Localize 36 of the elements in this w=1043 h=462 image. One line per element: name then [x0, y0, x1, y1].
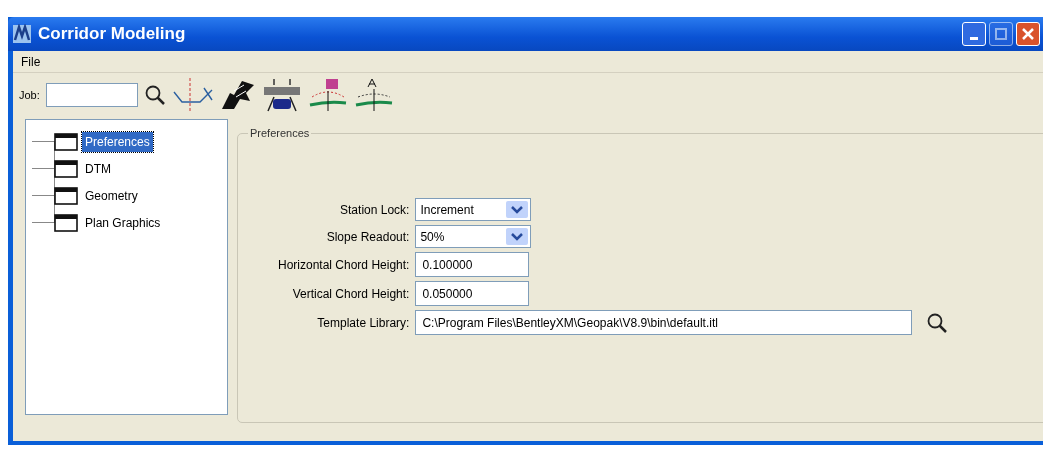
- car-icon[interactable]: [261, 77, 302, 113]
- window-icon: [54, 186, 78, 205]
- field-label: Horizontal Chord Height:: [278, 256, 410, 274]
- search-icon[interactable]: [926, 311, 949, 334]
- close-button[interactable]: [1016, 22, 1040, 46]
- dropdown[interactable]: 50%: [415, 225, 532, 248]
- tree-item[interactable]: Plan Graphics: [82, 212, 164, 233]
- chevron-down-icon: [511, 232, 524, 241]
- search-icon[interactable]: [143, 84, 166, 106]
- chevron-down-icon: [511, 205, 524, 214]
- input-field[interactable]: 0.050000: [415, 281, 530, 306]
- minimize-icon: [970, 37, 978, 40]
- close-icon: [1020, 26, 1036, 42]
- field-label: Template Library:: [316, 314, 410, 332]
- cross-section-icon[interactable]: [307, 77, 348, 113]
- job-field[interactable]: [45, 83, 138, 107]
- input-field[interactable]: 0.100000: [415, 252, 530, 277]
- alignment-icon[interactable]: [171, 78, 214, 112]
- window-icon: [54, 213, 78, 232]
- field-label: Vertical Chord Height:: [291, 285, 410, 303]
- tree-item[interactable]: Preferences: [82, 131, 153, 152]
- window-icon: [54, 159, 78, 178]
- dropdown[interactable]: Increment: [415, 198, 532, 221]
- maximize-icon: [993, 26, 1009, 42]
- menu-item[interactable]: File: [21, 55, 41, 69]
- tree-item[interactable]: Geometry: [82, 185, 141, 206]
- cross-section-label-icon[interactable]: [353, 77, 394, 113]
- input-field[interactable]: C:\Program Files\BentleyXM\Geopak\V8.9\bin\default.itl: [415, 310, 913, 335]
- job-label: Job:: [19, 87, 40, 103]
- tree-item[interactable]: DTM: [82, 158, 114, 179]
- app-icon: [12, 24, 32, 44]
- field-label: Slope Readout:: [325, 228, 410, 246]
- field-label: Station Lock:: [339, 201, 410, 219]
- window-icon: [54, 132, 78, 151]
- minimize-button[interactable]: [962, 22, 986, 46]
- window-title: Corridor Modeling: [38, 23, 186, 46]
